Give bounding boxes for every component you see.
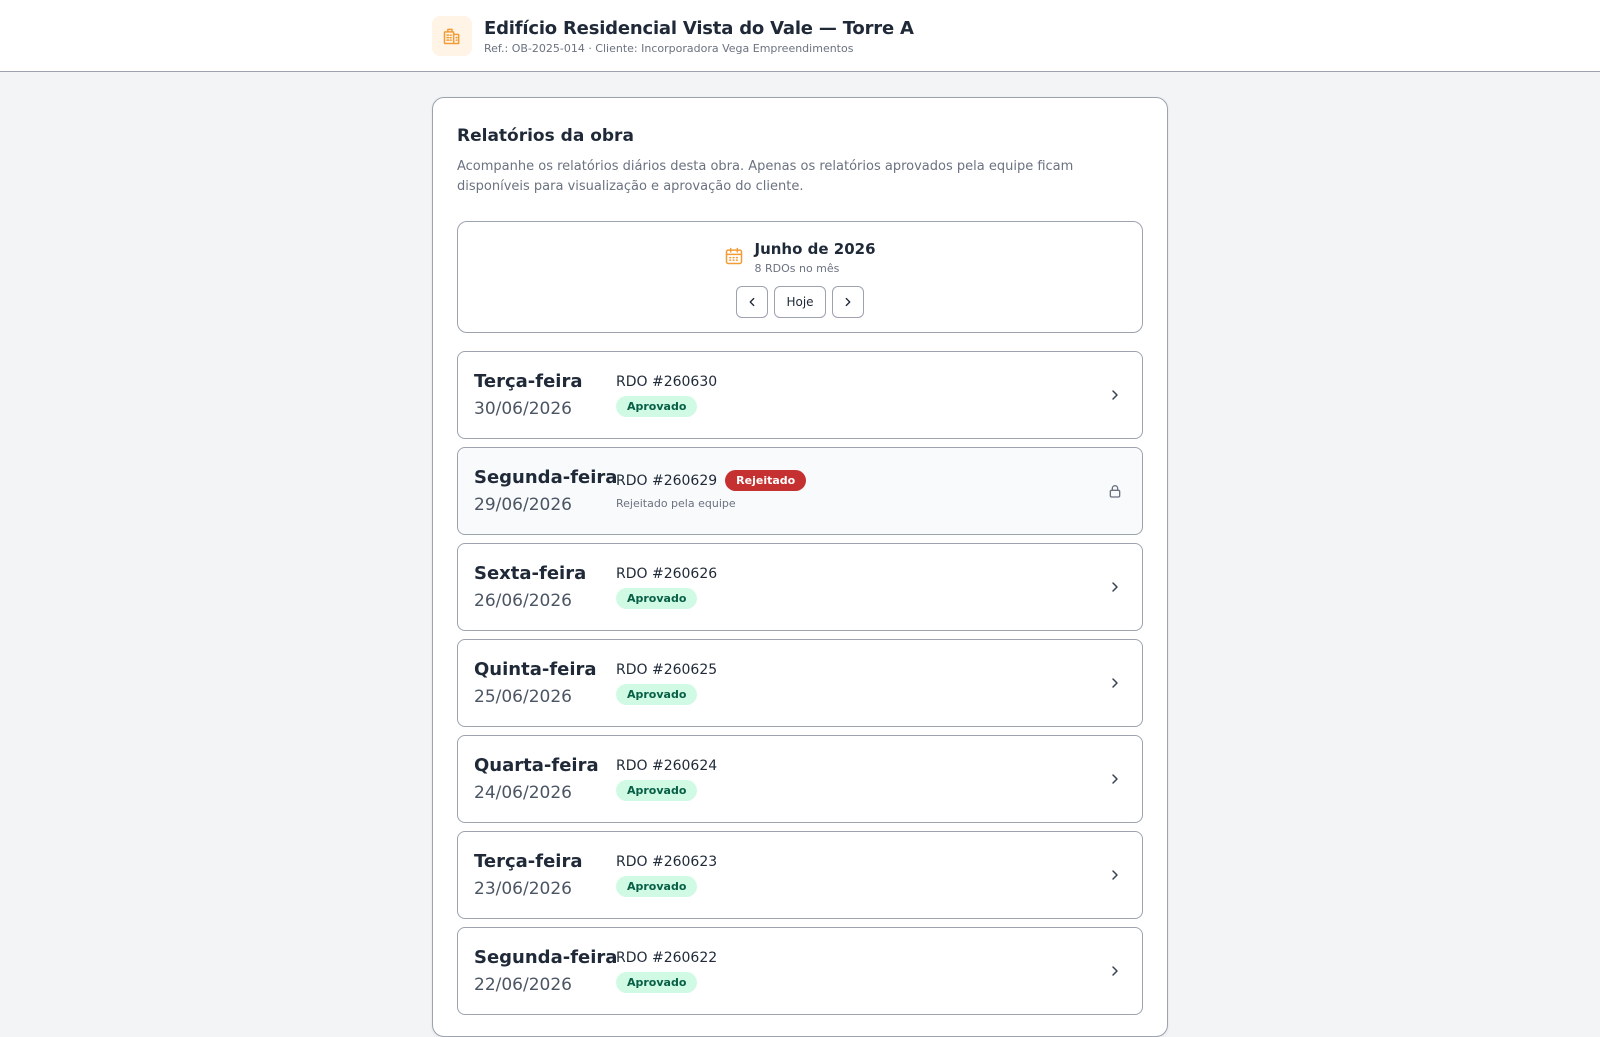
section-title: Relatórios da obra	[457, 126, 634, 146]
section-description: Acompanhe os relatórios diários desta ob…	[457, 159, 1074, 194]
rdo-weekday: Segunda-feira	[474, 947, 618, 968]
rdo-list-item[interactable]: Quinta-feira 25/06/2026 RDO #260625 Apro…	[457, 639, 1143, 727]
rdo-weekday: Terça-feira	[474, 851, 583, 872]
rdo-number: RDO #260625	[616, 662, 718, 678]
next-month-button[interactable]	[832, 286, 864, 318]
project-title: Edifício Residencial Vista do Vale — Tor…	[484, 17, 914, 39]
rdo-weekday: Segunda-feira	[474, 467, 618, 488]
rdo-info: RDO #260622 Aprovado	[616, 950, 717, 993]
status-badge: Aprovado	[616, 588, 698, 609]
rdo-weekday: Quinta-feira	[474, 659, 597, 680]
rdo-date: 26/06/2026	[474, 591, 572, 611]
rdo-date: 25/06/2026	[474, 687, 572, 707]
rdo-info: RDO #260624 Aprovado	[616, 758, 717, 801]
rdo-rejection-note: Rejeitado pela equipe	[616, 497, 736, 510]
rdo-list: Terça-feira 30/06/2026 RDO #260630 Aprov…	[457, 351, 1143, 1023]
rdo-info: RDO #260629 Rejeitado Rejeitado pela equ…	[616, 470, 807, 510]
rdo-list-item[interactable]: Quarta-feira 24/06/2026 RDO #260624 Apro…	[457, 735, 1143, 823]
rdo-number: RDO #260630	[616, 374, 718, 390]
previous-month-button[interactable]	[736, 286, 768, 318]
chevron-right-icon[interactable]	[1106, 578, 1124, 596]
rdo-info: RDO #260626 Aprovado	[616, 566, 717, 609]
chevron-right-icon[interactable]	[1106, 386, 1124, 404]
month-selector: Junho de 2026 8 RDOs no mês Hoje	[457, 221, 1143, 333]
rdo-list-item[interactable]: Terça-feira 30/06/2026 RDO #260630 Aprov…	[457, 351, 1143, 439]
status-badge: Aprovado	[616, 972, 698, 993]
status-badge: Aprovado	[616, 780, 698, 801]
month-count: 8 RDOs no mês	[754, 262, 840, 275]
rdo-list-item[interactable]: Sexta-feira 26/06/2026 RDO #260626 Aprov…	[457, 543, 1143, 631]
status-badge: Rejeitado	[725, 470, 807, 491]
top-bar: Edifício Residencial Vista do Vale — Tor…	[0, 0, 1600, 72]
rdo-number: RDO #260624	[616, 758, 718, 774]
rdo-weekday: Quarta-feira	[474, 755, 599, 776]
rdo-number: RDO #260626	[616, 566, 718, 582]
rdo-info: RDO #260623 Aprovado	[616, 854, 717, 897]
project-subtitle: Ref.: OB-2025-014 · Cliente: Incorporado…	[484, 41, 854, 55]
chevron-right-icon[interactable]	[1106, 770, 1124, 788]
lock-icon	[1106, 482, 1124, 500]
rdo-weekday: Terça-feira	[474, 371, 583, 392]
chevron-right-icon	[845, 297, 851, 307]
rdo-date: 30/06/2026	[474, 399, 572, 419]
rdo-date: 29/06/2026	[474, 495, 572, 515]
project-header: Edifício Residencial Vista do Vale — Tor…	[432, 16, 914, 56]
rdo-info: RDO #260630 Aprovado	[616, 374, 717, 417]
rdo-number-row: RDO #260629 Rejeitado	[616, 470, 807, 491]
reports-card: Relatórios da obra Acompanhe os relatóri…	[432, 97, 1168, 1037]
chevron-right-icon[interactable]	[1106, 962, 1124, 980]
rdo-info: RDO #260625 Aprovado	[616, 662, 717, 705]
rdo-list-item[interactable]: Terça-feira 23/06/2026 RDO #260623 Aprov…	[457, 831, 1143, 919]
status-badge: Aprovado	[616, 396, 698, 417]
status-badge: Aprovado	[616, 684, 698, 705]
chevron-right-icon[interactable]	[1106, 674, 1124, 692]
month-name: Junho de 2026	[754, 240, 876, 258]
rdo-list-item: Segunda-feira 29/06/2026 RDO #260629 Rej…	[457, 447, 1143, 535]
rdo-weekday: Sexta-feira	[474, 563, 587, 584]
status-badge: Aprovado	[616, 876, 698, 897]
rdo-date: 22/06/2026	[474, 975, 572, 995]
month-header: Junho de 2026 8 RDOs no mês	[458, 240, 1142, 275]
rdo-number: RDO #260622	[616, 950, 718, 966]
building-icon	[432, 16, 472, 56]
chevron-left-icon	[749, 297, 755, 307]
rdo-number: RDO #260629	[616, 472, 718, 489]
today-button[interactable]: Hoje	[774, 286, 826, 318]
chevron-right-icon[interactable]	[1106, 866, 1124, 884]
rdo-number: RDO #260623	[616, 854, 718, 870]
calendar-icon	[724, 246, 744, 270]
rdo-date: 23/06/2026	[474, 879, 572, 899]
rdo-date: 24/06/2026	[474, 783, 572, 803]
month-navigation: Hoje	[458, 286, 1142, 318]
rdo-list-item[interactable]: Segunda-feira 22/06/2026 RDO #260622 Apr…	[457, 927, 1143, 1015]
